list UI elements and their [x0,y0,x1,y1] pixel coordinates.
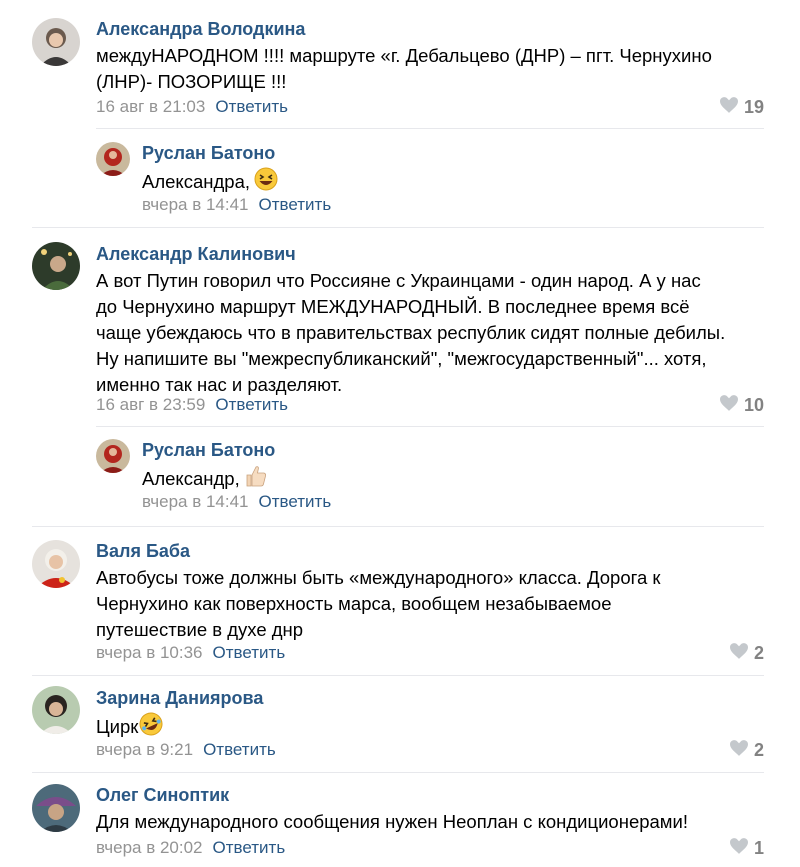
reply-text-content: Александр, [142,468,240,489]
comment-date[interactable]: 16 авг в 21:03 [96,97,205,116]
avatar[interactable] [32,18,80,66]
reply-date[interactable]: вчера в 14:41 [142,195,249,214]
reply-meta: вчера в 14:41 Ответить [142,195,331,215]
avatar[interactable] [32,242,80,290]
laughing-emoji-icon [254,167,278,198]
heart-icon [729,740,748,761]
reply-link[interactable]: Ответить [215,97,288,116]
separator [32,227,764,228]
avatar[interactable] [32,540,80,588]
reply-link[interactable]: Ответить [259,195,332,214]
heart-icon [719,97,738,118]
like-button[interactable]: 10 [719,395,764,416]
comment-text-content: Цирк [96,716,139,737]
rofl-emoji-icon [139,712,163,743]
like-button[interactable]: 2 [729,643,764,664]
separator [32,675,764,676]
avatar[interactable] [96,142,130,176]
comment-author[interactable]: Зарина Даниярова [96,688,263,709]
like-count: 10 [743,395,764,415]
separator [32,772,764,773]
reply-date[interactable]: вчера в 14:41 [142,492,249,511]
like-count: 19 [743,97,764,117]
heart-icon [719,395,738,416]
comment-text: Для международного сообщения нужен Неопл… [96,811,688,832]
reply-text: Александр, [142,464,268,495]
heart-icon [729,643,748,664]
comment-text: Автобусы тоже должны быть «международног… [96,567,661,640]
comment-text: А вот Путин говорил что Россияне с Украи… [96,270,726,395]
comment-author[interactable]: Александр Калинович [96,244,296,265]
comment-date[interactable]: 16 авг в 23:59 [96,395,205,414]
avatar[interactable] [96,439,130,473]
reply-author[interactable]: Руслан Батоно [142,143,275,164]
comment-meta: вчера в 9:21 Ответить [96,740,276,760]
avatar[interactable] [32,686,80,734]
like-count: 2 [753,643,764,663]
comment-meta: 16 авг в 21:03 Ответить [96,97,288,117]
comment-author[interactable]: Валя Баба [96,541,190,562]
like-button[interactable]: 19 [719,97,764,118]
reply-link[interactable]: Ответить [213,838,286,857]
comment-date[interactable]: вчера в 9:21 [96,740,193,759]
like-count: 2 [753,740,764,760]
reply-link[interactable]: Ответить [203,740,276,759]
comment-date[interactable]: вчера в 10:36 [96,643,203,662]
reply-text: Александра, [142,167,278,198]
thumbs-up-emoji-icon [244,464,268,495]
comment-author[interactable]: Олег Синоптик [96,785,229,806]
heart-icon [729,838,748,859]
comment-meta: вчера в 20:02 Ответить [96,838,285,858]
reply-author[interactable]: Руслан Батоно [142,440,275,461]
separator [96,128,764,129]
reply-link[interactable]: Ответить [213,643,286,662]
avatar[interactable] [32,784,80,832]
reply-text-content: Александра, [142,171,250,192]
reply-meta: вчера в 14:41 Ответить [142,492,331,512]
reply-link[interactable]: Ответить [259,492,332,511]
comment-text: междуНАРОДНОМ !!!! маршруте «г. Дебальце… [96,45,712,92]
like-button[interactable]: 2 [729,740,764,761]
separator [32,526,764,527]
comment-meta: 16 авг в 23:59 Ответить [96,395,288,415]
comment-meta: вчера в 10:36 Ответить [96,643,285,663]
separator [96,426,764,427]
comment-text: Цирк [96,712,163,743]
reply-link[interactable]: Ответить [215,395,288,414]
comment-author[interactable]: Александра Володкина [96,19,305,40]
like-count: 1 [753,838,764,858]
comment-date[interactable]: вчера в 20:02 [96,838,203,857]
like-button[interactable]: 1 [729,838,764,859]
